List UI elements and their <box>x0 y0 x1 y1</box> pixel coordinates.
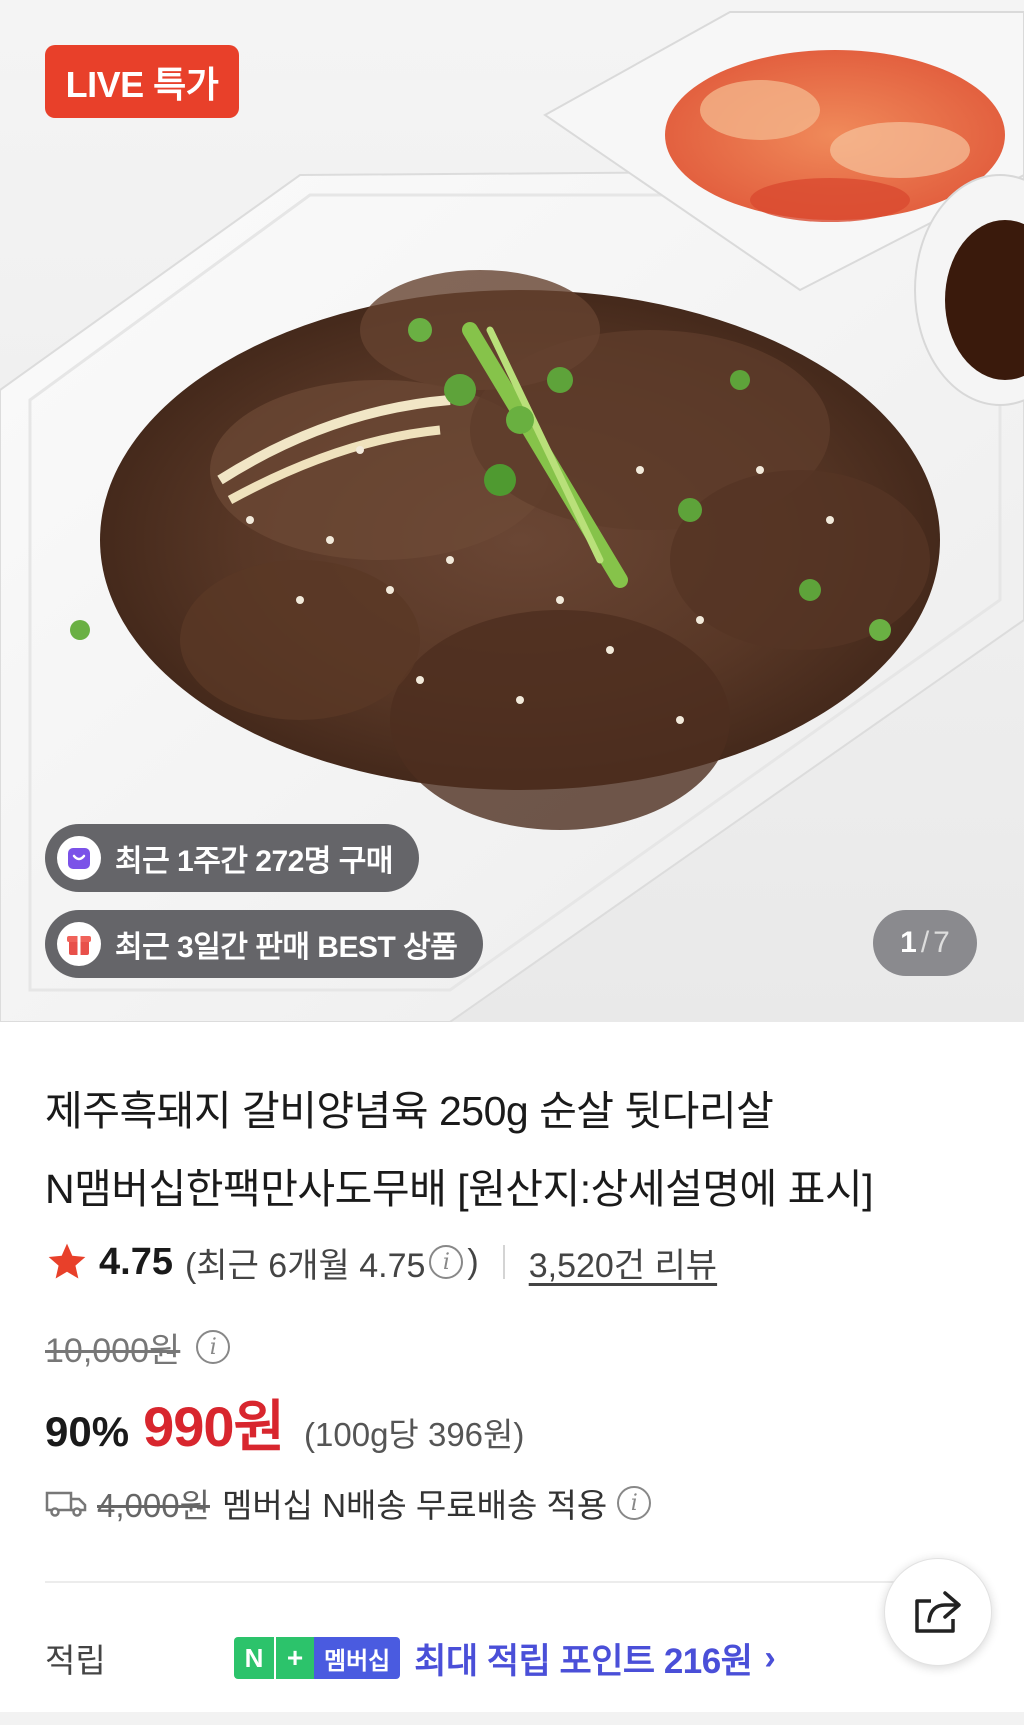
rating-row: 4.75 (최근 6개월 4.75 i ) 3,520건 리뷰 <box>45 1234 717 1290</box>
shipping-info-icon[interactable]: i <box>617 1486 652 1520</box>
recent-rating-text: (최근 6개월 4.75 <box>184 1246 426 1285</box>
share-icon <box>915 1591 961 1633</box>
free-shipping-text: 멤버십 N배송 무료배송 적용 <box>221 1487 608 1524</box>
product-title: 제주흑돼지 갈비양념육 250g 순살 뒷다리살 N맴버십한팩만사도무배 [원산… <box>45 1072 985 1228</box>
live-deal-badge: LIVE 특가 <box>45 45 239 118</box>
gift-box-icon <box>57 922 101 966</box>
nplus-n-mark: N <box>234 1637 274 1679</box>
best-seller-text: 최근 3일간 판매 BEST 상품 <box>115 931 458 964</box>
original-price: 10,000원 <box>45 1331 181 1370</box>
sale-price: 990원 <box>143 1395 285 1458</box>
star-icon <box>48 1243 86 1279</box>
nplus-membership-badge: N + 멤버십 <box>234 1637 401 1679</box>
sale-price-row: 90% 990원 (100g당 396원) <box>45 1382 524 1458</box>
rating-score: 4.75 <box>99 1240 173 1283</box>
rating-divider <box>502 1245 505 1279</box>
points-label: 적립 <box>45 1642 106 1679</box>
membership-label: 멤버십 <box>314 1637 401 1679</box>
review-count-link[interactable]: 3,520건 리뷰 <box>529 1238 717 1287</box>
chevron-right-icon: › <box>764 1638 776 1677</box>
original-price-row: 10,000원 i <box>45 1322 231 1372</box>
pager-current: 1 <box>900 926 917 959</box>
recent-purchase-chip: 최근 1주간 272명 구매 <box>45 824 419 892</box>
share-button[interactable] <box>884 1558 992 1666</box>
recent-purchase-text: 최근 1주간 272명 구매 <box>115 845 393 878</box>
product-title-line2: N맴버십한팩만사도무배 [원산지:상세설명에 표시] <box>45 1166 873 1212</box>
price-info-icon[interactable]: i <box>196 1330 231 1364</box>
original-shipping-fee: 4,000원 <box>97 1487 210 1524</box>
pager-total: 7 <box>933 926 950 959</box>
product-image-carousel[interactable]: LIVE 특가 최근 1주간 272명 구매 최근 3일간 판매 BEST 상품… <box>0 0 1024 1022</box>
shipping-row: 4,000원 멤버십 N배송 무료배송 적용 i <box>45 1478 652 1528</box>
recent-rating-close: ) <box>467 1242 479 1281</box>
points-row[interactable]: 적립 N + 멤버십 최대 적립 포인트 216원 › <box>45 1628 776 1688</box>
image-pager: 1 / 7 <box>873 910 977 976</box>
best-seller-chip: 최근 3일간 판매 BEST 상품 <box>45 910 484 978</box>
unit-price: (100g당 396원) <box>304 1416 525 1453</box>
product-title-line1: 제주흑돼지 갈비양념육 250g 순살 뒷다리살 <box>45 1088 774 1134</box>
nplus-plus-mark: + <box>274 1637 314 1679</box>
section-divider <box>45 1581 979 1583</box>
recent-rating-info-icon[interactable]: i <box>429 1245 464 1279</box>
max-points-text: 최대 적립 포인트 216원 <box>414 1641 753 1681</box>
discount-rate: 90% <box>45 1408 130 1455</box>
bottom-section-edge <box>0 1712 1024 1725</box>
truck-icon <box>45 1491 87 1517</box>
pager-separator: / <box>920 926 930 959</box>
shopping-bag-icon <box>57 836 101 880</box>
